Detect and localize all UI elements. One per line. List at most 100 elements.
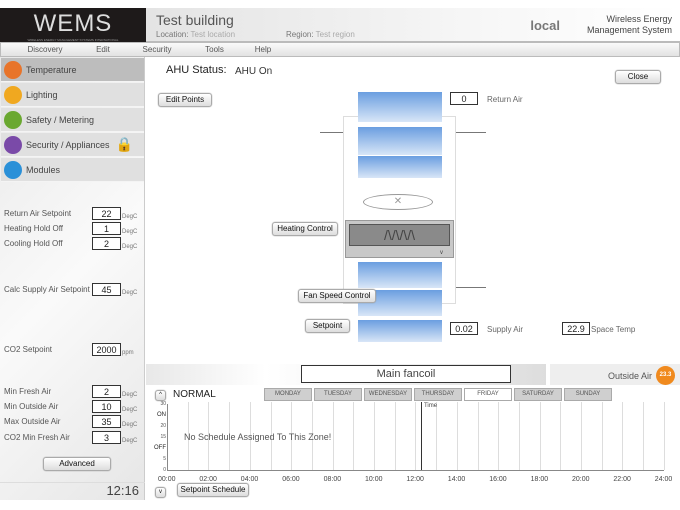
grid-line: [394, 402, 396, 470]
space-temp-value: 22.9: [562, 322, 590, 335]
heater-expand[interactable]: v: [440, 250, 443, 256]
setting-input[interactable]: 45: [92, 283, 121, 296]
sidebar-item-security[interactable]: Security / Appliances 🔒: [1, 133, 144, 157]
x-tick-label: 16:00: [489, 476, 507, 483]
mode-label: NORMAL: [173, 389, 216, 400]
expand-down-button[interactable]: v: [155, 487, 166, 498]
heater-wave-icon: /\/\/\/\: [349, 224, 450, 246]
current-time-label: Time: [423, 403, 438, 409]
setting-label: Return Air Setpoint: [4, 209, 72, 218]
supply-air-label: Supply Air: [487, 325, 524, 334]
security-icon: [4, 135, 22, 154]
fan-speed-control-button[interactable]: Fan Speed Control: [298, 289, 376, 303]
grid-line: [560, 402, 562, 470]
sidebar-item-temperature[interactable]: Temperature: [1, 58, 144, 82]
close-button[interactable]: Close: [615, 70, 661, 84]
day-tab-wednesday[interactable]: WEDNESDAY: [364, 388, 412, 401]
grid-line: [456, 402, 458, 470]
day-tab-sunday[interactable]: SUNDAY: [564, 388, 612, 401]
heating-control-button[interactable]: Heating Control: [272, 222, 338, 236]
setting-input[interactable]: 22: [92, 207, 121, 220]
grid-line: [415, 402, 417, 470]
x-tick-label: 12:00: [406, 476, 424, 483]
setpoint-button[interactable]: Setpoint: [305, 319, 350, 333]
x-tick-label: 24:00: [654, 476, 673, 483]
building-title: Test building: [156, 12, 234, 28]
outside-air-badge: 23.3: [656, 366, 675, 385]
airflow-supply: [358, 320, 442, 342]
y-tick-label: OFF: [154, 445, 166, 451]
setting-label: CO2 Min Fresh Air: [4, 433, 70, 442]
heater-coil: /\/\/\/\ v: [345, 220, 454, 258]
airflow-return: [358, 92, 442, 122]
grid-line: [643, 402, 645, 470]
sidebar-item-modules[interactable]: Modules: [1, 158, 144, 182]
setting-input[interactable]: 2000: [92, 343, 121, 356]
x-tick-label: 02:00: [199, 476, 217, 483]
day-tab-saturday[interactable]: SATURDAY: [514, 388, 562, 401]
wems-logo: WEMS WIRELESS ENERGY MANAGEMENT SYSTEMS I…: [0, 8, 146, 42]
menu-help[interactable]: Help: [232, 43, 294, 56]
menu-security[interactable]: Security: [117, 43, 197, 56]
setting-unit: DegC: [122, 214, 138, 220]
setting-input[interactable]: 1: [92, 222, 121, 235]
menu-edit[interactable]: Edit: [89, 43, 117, 56]
sidebar-item-lighting[interactable]: Lighting: [1, 83, 144, 107]
setting-label: Min Outside Air: [4, 402, 59, 411]
day-tab-thursday[interactable]: THURSDAY: [414, 388, 462, 401]
server-name: local: [530, 18, 560, 33]
y-tick-label: 20: [160, 423, 166, 429]
collapse-up-button[interactable]: ^: [155, 390, 166, 401]
setting-input[interactable]: 2: [92, 385, 121, 398]
lock-icon: 🔒: [115, 136, 133, 152]
setting-input[interactable]: 10: [92, 400, 121, 413]
x-tick-label: 10:00: [365, 476, 383, 483]
menu-discovery[interactable]: Discovery: [1, 43, 89, 56]
y-tick-label: ON: [157, 412, 166, 418]
ahu-status-label: AHU Status:: [166, 64, 227, 76]
location-value: Test location: [190, 30, 236, 39]
setting-input[interactable]: 2: [92, 237, 121, 250]
setting-label: Calc Supply Air Setpoint: [4, 285, 90, 294]
location-label: Location:: [156, 30, 189, 39]
grid-line: [332, 402, 334, 470]
day-tab-monday[interactable]: MONDAY: [264, 388, 312, 401]
menu-bar: Discovery Edit Security Tools Help: [0, 42, 680, 57]
y-axis: [167, 404, 168, 470]
day-tab-tuesday[interactable]: TUESDAY: [314, 388, 362, 401]
ahu-status: AHU On: [235, 66, 273, 77]
setting-label: Cooling Hold Off: [4, 239, 63, 248]
duct-line: [456, 287, 486, 288]
setting-label: Max Outside Air: [4, 417, 61, 426]
grid-line: [518, 402, 520, 470]
grid-line: [622, 402, 624, 470]
setting-unit: DegC: [122, 229, 138, 235]
modules-icon: [4, 160, 22, 179]
x-tick-label: 06:00: [282, 476, 300, 483]
x-axis: [167, 470, 664, 471]
setting-input[interactable]: 35: [92, 415, 121, 428]
edit-points-button[interactable]: Edit Points: [158, 93, 212, 107]
setpoint-schedule-button[interactable]: Setpoint Schedule: [177, 483, 249, 497]
outside-air-label: Outside Air: [608, 371, 653, 381]
sidebar-item-safety[interactable]: Safety / Metering: [1, 108, 144, 132]
grid-line: [581, 402, 582, 470]
advanced-button[interactable]: Advanced: [43, 457, 111, 471]
grid-line: [663, 402, 665, 470]
setting-unit: DegC: [122, 407, 138, 413]
x-tick-label: 20:00: [572, 476, 590, 483]
x-tick-label: 08:00: [323, 476, 342, 483]
grid-line: [477, 402, 479, 470]
setting-input[interactable]: 3: [92, 431, 121, 444]
grid-line: [436, 402, 438, 470]
region-value: Test region: [315, 30, 355, 39]
y-tick-label: 15: [160, 434, 166, 440]
grid-line: [539, 402, 541, 470]
menu-tools[interactable]: Tools: [197, 43, 232, 56]
return-air-value: 0: [450, 92, 478, 105]
day-tab-friday[interactable]: FRIDAY: [464, 388, 512, 401]
header: Test building Location: Test location Re…: [146, 8, 680, 42]
y-tick-label: 30: [160, 401, 166, 407]
region-label: Region:: [286, 30, 314, 39]
bulb-icon: [4, 85, 22, 104]
